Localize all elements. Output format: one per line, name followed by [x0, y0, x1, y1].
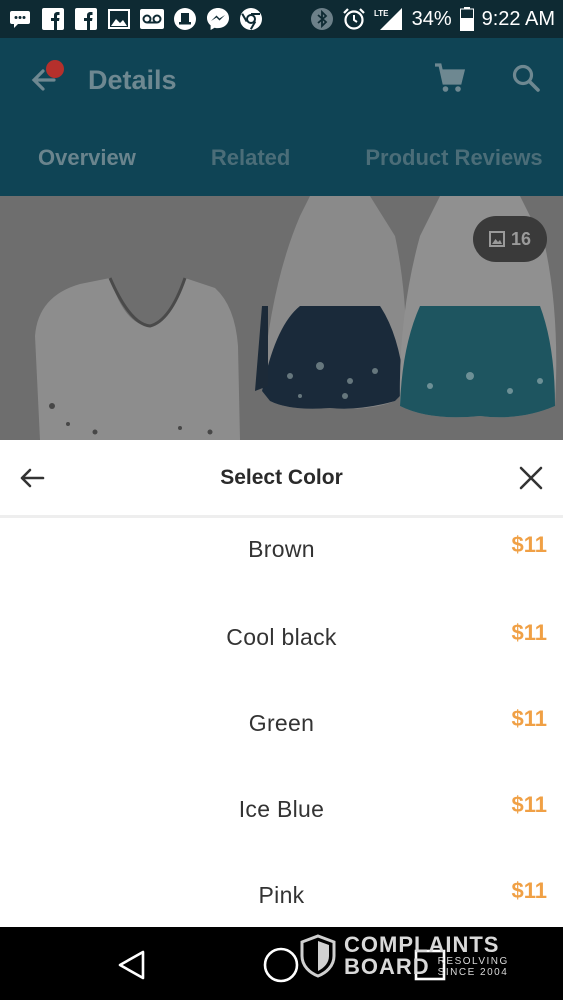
- color-price: $11: [511, 706, 548, 731]
- watermark-tagline-2: SINCE 2004: [437, 967, 509, 978]
- battery-icon: [459, 7, 474, 31]
- triangle-back-icon: [118, 950, 145, 980]
- facebook-icon: [41, 8, 65, 30]
- color-name: Green: [248, 710, 315, 736]
- circle-home-icon: [263, 947, 299, 983]
- messenger-icon: [206, 8, 230, 30]
- network-type: LTE: [374, 9, 389, 18]
- bluetooth-icon: [310, 8, 334, 30]
- chat-icon: [8, 8, 32, 30]
- nav-back-button[interactable]: [112, 945, 152, 985]
- product-image-gallery[interactable]: 16: [0, 196, 563, 440]
- image-icon: [488, 231, 505, 247]
- back-arrow-icon: [20, 468, 45, 488]
- color-option[interactable]: Cool black $11: [0, 604, 563, 690]
- shield-logo-icon: [300, 934, 336, 978]
- voicemail-icon: [140, 8, 164, 30]
- color-price: $11: [511, 620, 548, 645]
- color-price: $11: [511, 878, 548, 903]
- image-count-badge[interactable]: 16: [473, 216, 547, 262]
- color-option[interactable]: Ice Blue $11: [0, 776, 563, 862]
- watermark-tagline-1: RESOLVING: [437, 956, 509, 967]
- battery-percent: 34%: [411, 7, 452, 30]
- alarm-icon: [342, 8, 366, 30]
- select-color-sheet: Select Color Brown $11 Cool black $11 Gr…: [0, 440, 563, 927]
- tab-bar: Overview Related Product Reviews: [0, 122, 563, 194]
- sheet-title: Select Color: [220, 465, 343, 489]
- color-name: Pink: [258, 882, 305, 908]
- color-name: Ice Blue: [238, 796, 325, 822]
- nav-home-button[interactable]: [261, 945, 301, 985]
- app-bar: Details Overview Related Product Reviews: [0, 38, 563, 196]
- tab-related[interactable]: Related: [211, 145, 290, 171]
- signal-icon: LTE: [374, 8, 404, 30]
- sheet-header: Select Color: [0, 440, 563, 518]
- close-icon: [519, 466, 543, 490]
- cart-icon[interactable]: [433, 61, 467, 100]
- watermark: COMPLAINTS BOARD RESOLVING SINCE 2004: [300, 934, 509, 978]
- notification-icons: [8, 8, 263, 30]
- watermark-line2: BOARD: [344, 954, 430, 979]
- image-icon: [107, 8, 131, 30]
- color-name: Brown: [248, 536, 315, 562]
- system-icons: LTE 34% 9:22 AM: [310, 7, 555, 31]
- clock: 9:22 AM: [481, 7, 555, 30]
- color-option[interactable]: Pink $11: [0, 862, 563, 927]
- image-count: 16: [510, 228, 532, 249]
- color-option[interactable]: Brown $11: [0, 518, 563, 604]
- sheet-back-button[interactable]: [14, 460, 50, 496]
- notification-dot: [46, 60, 64, 78]
- tab-product-reviews[interactable]: Product Reviews: [365, 145, 542, 171]
- color-name: Cool black: [226, 624, 337, 650]
- search-icon[interactable]: [511, 63, 541, 98]
- hat-icon: [173, 8, 197, 30]
- color-price: $11: [511, 792, 548, 817]
- status-bar: LTE 34% 9:22 AM: [0, 0, 563, 38]
- chrome-icon: [239, 8, 263, 30]
- sheet-close-button[interactable]: [513, 460, 549, 496]
- color-option[interactable]: Green $11: [0, 690, 563, 776]
- color-option-list: Brown $11 Cool black $11 Green $11 Ice B…: [0, 518, 563, 927]
- page-title: Details: [88, 64, 177, 95]
- tab-overview[interactable]: Overview: [38, 145, 136, 171]
- watermark-line1: COMPLAINTS: [344, 932, 500, 957]
- facebook-icon: [74, 8, 98, 30]
- back-button[interactable]: [22, 58, 66, 102]
- color-price: $11: [511, 532, 548, 557]
